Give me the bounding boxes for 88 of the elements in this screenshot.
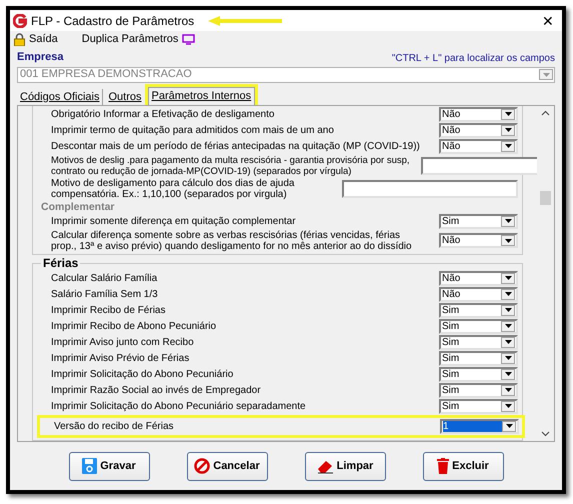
scroll-down-icon[interactable] (541, 431, 550, 437)
setting-label: Salário Família Sem 1/3 (51, 288, 158, 300)
dropdown-field[interactable]: Não (439, 138, 518, 154)
dropdown-field[interactable]: Não (439, 286, 518, 302)
window-title: FLP - Cadastro de Parâmetros (31, 12, 194, 30)
setting-label: Calcular diferença somente sobre as verbas rescisórias (férias vencidas, férias prop., 13ª e aviso prévio) quando desligamento for no mês anterior ao do dissídio (51, 230, 413, 252)
caret-icon (542, 72, 550, 76)
setting-label: Descontar mais de um período de férias antecipadas na quitação (MP (COVID-19)) (51, 140, 420, 152)
toolbar-button[interactable]: Duplica Parâmetros (82, 30, 196, 48)
dropdown-field[interactable]: Não (439, 233, 518, 248)
caret-icon (504, 388, 512, 392)
eraser-icon (316, 458, 334, 474)
trash-icon (437, 458, 450, 474)
caret-icon (504, 128, 512, 132)
dropdown-field[interactable]: Sim (439, 366, 518, 382)
field-label: Empresa (17, 50, 64, 65)
dropdown-button[interactable] (501, 124, 515, 136)
caret-icon (504, 112, 512, 116)
dropdown-button[interactable] (501, 288, 515, 300)
section-subheading: Complementar (40, 200, 116, 212)
dropdown-field[interactable]: Sim (439, 334, 518, 350)
action-button[interactable]: Gravar (68, 452, 150, 480)
dropdown-field[interactable]: Sim (439, 382, 518, 398)
caret-icon (504, 144, 512, 148)
setting-label: Motivos de deslig .para pagamento da multa rescisória - garantia provisória por susp, contrato ou redução de jornada-MP(COVID-19) (separados por vírgula) (51, 154, 411, 176)
dropdown-button[interactable] (501, 352, 515, 364)
dropdown-button[interactable] (501, 108, 515, 120)
dropdown-button[interactable] (501, 336, 515, 348)
caret-icon (504, 219, 512, 223)
dropdown-field[interactable]: 1 (440, 418, 519, 434)
caret-icon (504, 292, 512, 296)
dropdown-button[interactable] (501, 400, 515, 412)
caret-icon (504, 308, 512, 312)
dropdown-field[interactable]: Sim (439, 350, 518, 366)
action-button[interactable]: Cancelar (186, 452, 268, 480)
dropdown-button[interactable] (501, 216, 515, 226)
dropdown-field[interactable]: Sim (439, 398, 518, 414)
action-button[interactable]: Excluir (422, 452, 504, 480)
app-logo-icon (13, 14, 27, 28)
setting-label: Calcular Salário Família (51, 272, 158, 284)
scroll-thumb[interactable] (540, 191, 551, 206)
dropdown-button[interactable] (501, 272, 515, 284)
dropdown-button[interactable] (501, 384, 515, 396)
group-title: Férias (41, 256, 80, 270)
dropdown-field[interactable]: Não (439, 270, 518, 286)
dropdown-field[interactable]: Não (439, 122, 518, 138)
dropdown-field[interactable]: Sim (439, 214, 518, 228)
hint-text: "CTRL + L" para localizar os campos (392, 52, 555, 66)
dropdown-button[interactable] (501, 320, 515, 332)
caret-icon (504, 324, 512, 328)
setting-label: Versão do recibo de Férias (54, 420, 174, 432)
company-dropdown[interactable]: 001 EMPRESA DEMONSTRACAO (17, 66, 555, 82)
dropdown-button[interactable] (502, 420, 516, 432)
caret-icon (504, 372, 512, 376)
setting-label: Imprimir Solicitação do Abono Pecuniário (51, 368, 234, 380)
caret-icon (504, 340, 512, 344)
toolbar-button[interactable]: Saída (14, 30, 58, 48)
tab[interactable]: Parâmetros Internos (148, 86, 256, 104)
monitor-icon (182, 34, 196, 44)
caret-icon (506, 424, 512, 428)
setting-label: Motivo de desligamento para cálculo dos dias de ajuda compensatória. Ex.: 1,10,100 (separados por virgula) (51, 178, 296, 200)
caret-icon (504, 404, 512, 408)
setting-label: Imprimir Aviso junto com Recibo (51, 336, 194, 348)
setting-label: Imprimir Recibo de Abono Pecuniário (51, 320, 216, 332)
dropdown-field[interactable]: Sim (439, 318, 518, 334)
dropdown-button[interactable] (501, 304, 515, 316)
dropdown-field[interactable]: Não (439, 106, 518, 122)
caret-icon (504, 238, 512, 242)
setting-label: Imprimir Solicitação do Abono Pecuniário separadamente (51, 400, 306, 412)
setting-label: Imprimir somente diferença em quitação complementar (51, 216, 296, 226)
prohibited-icon (194, 458, 210, 474)
setting-label: Imprimir Recibo de Férias (51, 304, 166, 316)
caret-icon (504, 276, 512, 280)
input-field[interactable] (421, 156, 537, 174)
caret-icon (504, 356, 512, 360)
setting-label: Imprimir termo de quitação para admitidos com mais de um ano (51, 124, 334, 136)
scroll-up-icon[interactable] (541, 110, 550, 116)
input-field[interactable] (342, 180, 518, 198)
dropdown-button[interactable] (501, 368, 515, 380)
close-button[interactable]: ✕ (542, 14, 554, 28)
lock-icon (14, 32, 25, 46)
dropdown-button[interactable] (501, 235, 515, 246)
dropdown-button[interactable] (501, 140, 515, 152)
dropdown-field[interactable]: Sim (439, 302, 518, 318)
setting-label: Imprimir Aviso Prévio de Férias (51, 352, 190, 364)
setting-label: Imprimir Razão Social ao invés de Empregador (51, 384, 261, 396)
action-button[interactable]: Limpar (304, 452, 386, 480)
setting-label: Obrigatório Informar a Efetivação de desligamento (51, 108, 274, 120)
